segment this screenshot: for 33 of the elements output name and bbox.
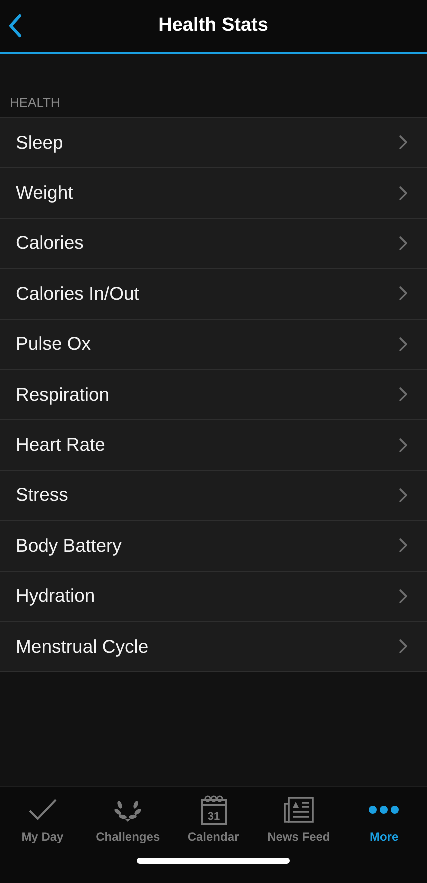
list-item[interactable]: Menstrual Cycle (0, 622, 427, 672)
chevron-icon (399, 639, 408, 654)
chevron-icon (399, 336, 408, 352)
list-item[interactable]: Hydration (0, 572, 427, 622)
chevron-icon (399, 186, 408, 201)
section-label: HEALTH (10, 95, 60, 110)
list-item[interactable]: Body Battery (0, 521, 427, 572)
list-item[interactable]: Calories (0, 218, 427, 270)
list-item[interactable]: Heart Rate (0, 420, 427, 471)
tab[interactable]: Challenges (85, 795, 171, 853)
tab[interactable]: 31 Calendar (170, 795, 256, 853)
chevron-icon (399, 438, 408, 453)
list-item[interactable]: Sleep (0, 118, 427, 168)
more-icon (369, 805, 400, 815)
list-item[interactable]: Calories In/Out (0, 269, 427, 320)
chevron-icon (399, 538, 408, 554)
list-item[interactable]: Stress (0, 470, 427, 522)
chevron-icon (399, 387, 408, 402)
chevron-icon (399, 588, 408, 604)
chevron-icon (399, 135, 408, 150)
tab[interactable]: My Day (0, 795, 86, 853)
chevron-icon (399, 286, 408, 302)
checkmark-icon (28, 797, 58, 823)
newspaper-icon (284, 797, 314, 823)
chevron-icon (399, 488, 408, 503)
list-item[interactable]: Weight (0, 168, 427, 219)
chevron-icon (399, 236, 408, 251)
tab[interactable]: More (342, 795, 427, 853)
list-item[interactable]: Respiration (0, 370, 427, 420)
screen-title: Health Stats (158, 15, 268, 37)
back-icon (8, 14, 22, 38)
list-item[interactable]: Pulse Ox (0, 320, 427, 370)
tab[interactable]: News Feed (256, 795, 342, 853)
